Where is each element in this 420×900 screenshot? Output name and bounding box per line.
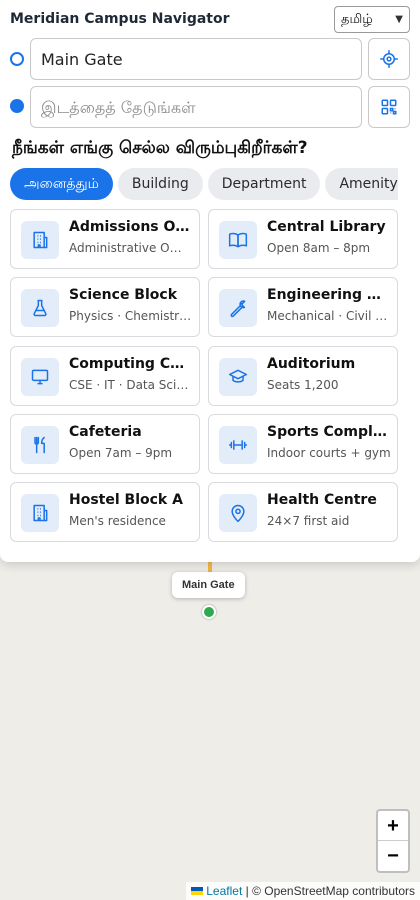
place-card-hostel-block-a[interactable]: Hostel Block A Men's residence (10, 482, 200, 542)
zoom-in-button[interactable]: + (378, 811, 408, 841)
place-subtitle: Physics · Chemistry · Biology (69, 309, 193, 323)
search-panel: Meridian Campus Navigator தமிழ் ▼ நீங்கள… (0, 0, 420, 562)
place-card-sports-complex[interactable]: Sports Complex Indoor courts + gym (208, 414, 398, 474)
language-select[interactable]: தமிழ் ▼ (334, 6, 410, 33)
place-subtitle: 24×7 first aid (267, 514, 350, 528)
place-name: Auditorium (267, 356, 356, 372)
destination-prompt: நீங்கள் எங்கு செல்ல விரும்புகிறீர்கள்? (12, 138, 308, 158)
monitor-icon (21, 358, 59, 396)
qr-code-icon (381, 99, 397, 115)
place-subtitle: Mechanical · Civil · Electrical (267, 309, 391, 323)
chevron-down-icon: ▼ (395, 14, 403, 25)
place-card-engineering-block[interactable]: Engineering Block Mechanical · Civil · E… (208, 277, 398, 337)
destination-input[interactable] (30, 86, 362, 128)
place-card-auditorium[interactable]: Auditorium Seats 1,200 (208, 346, 398, 406)
filter-chip-building[interactable]: Building (117, 168, 203, 200)
place-card-computing-centre[interactable]: Computing Centre CSE · IT · Data Science (10, 346, 200, 406)
graduation-cap-icon (219, 358, 257, 396)
place-name: Engineering Block (267, 287, 391, 303)
place-card-health-centre[interactable]: Health Centre 24×7 first aid (208, 482, 398, 542)
language-select-value: தமிழ் (341, 12, 373, 27)
app-title: Meridian Campus Navigator (10, 11, 230, 27)
place-name: Hostel Block A (69, 492, 183, 508)
destination-dot-icon (10, 99, 24, 113)
wrench-icon (219, 289, 257, 327)
place-name: Computing Centre (69, 356, 193, 372)
locate-me-button[interactable] (368, 38, 410, 80)
book-icon (219, 221, 257, 259)
filter-chip-department[interactable]: Department (207, 168, 321, 200)
place-name: Central Library (267, 219, 386, 235)
ukraine-flag-icon (191, 887, 204, 895)
place-subtitle: Men's residence (69, 514, 166, 528)
zoom-out-button[interactable]: − (378, 841, 408, 871)
map-pin-icon (219, 494, 257, 532)
map-attribution: Leaflet | © OpenStreetMap contributors (186, 882, 420, 900)
qr-scan-button[interactable] (368, 86, 410, 128)
place-card-cafeteria[interactable]: Cafeteria Open 7am – 9pm (10, 414, 200, 474)
place-card-admissions-office[interactable]: Admissions Office Administrative Office (10, 209, 200, 269)
place-subtitle: Open 8am – 8pm (267, 241, 371, 255)
origin-input[interactable] (30, 38, 362, 80)
filter-chip-all[interactable]: அனைத்தும் (10, 168, 113, 200)
leaflet-link[interactable]: Leaflet (206, 884, 242, 898)
place-subtitle: Seats 1,200 (267, 378, 339, 392)
zoom-control: + − (376, 809, 410, 873)
filter-chip-amenity[interactable]: Amenity (325, 168, 398, 200)
crosshair-icon (380, 50, 398, 68)
building-icon (21, 494, 59, 532)
place-card-central-library[interactable]: Central Library Open 8am – 8pm (208, 209, 398, 269)
place-subtitle: Administrative Office (69, 241, 193, 255)
place-card-science-block[interactable]: Science Block Physics · Chemistry · Biol… (10, 277, 200, 337)
utensils-icon (21, 426, 59, 464)
flask-icon (21, 289, 59, 327)
dumbbell-icon (219, 426, 257, 464)
origin-dot-icon (10, 52, 24, 66)
place-name: Cafeteria (69, 424, 142, 440)
place-name: Admissions Office (69, 219, 193, 235)
map-marker-label: Main Gate (172, 572, 245, 598)
place-name: Sports Complex (267, 424, 391, 440)
attribution-text: | © OpenStreetMap contributors (245, 884, 415, 898)
place-name: Science Block (69, 287, 178, 303)
category-filter-chips: அனைத்தும் Building Department Amenity (10, 168, 398, 202)
place-subtitle: CSE · IT · Data Science (69, 378, 193, 392)
place-subtitle: Open 7am – 9pm (69, 446, 173, 460)
place-subtitle: Indoor courts + gym (267, 446, 391, 460)
main-gate-marker[interactable] (202, 605, 216, 619)
place-name: Health Centre (267, 492, 377, 508)
building-icon (21, 221, 59, 259)
